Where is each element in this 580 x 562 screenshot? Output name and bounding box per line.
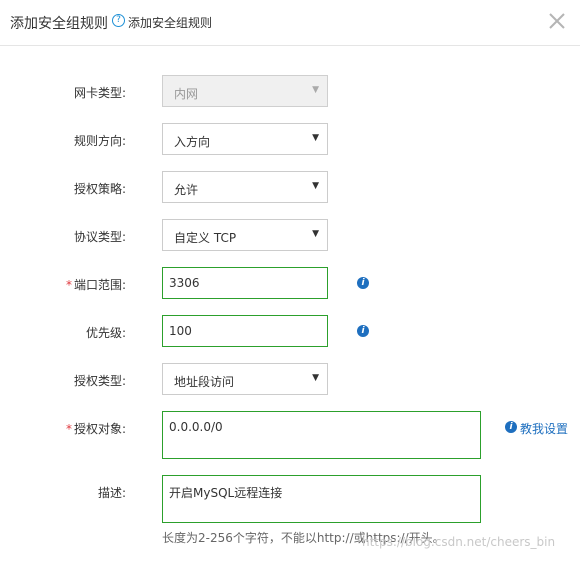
protocol-label: 协议类型: [73,230,126,244]
priority-label: 优先级: [85,326,126,340]
auth-type-label: 授权类型: [73,374,126,388]
dialog-header: 添加安全组规则 ? 添加安全组规则 [0,0,580,46]
chevron-down-icon: ▼ [312,85,319,95]
auth-type-value: 地址段访问 [174,375,235,389]
auth-object-label-text: 授权对象: [73,422,126,436]
policy-label: 授权策略: [73,182,126,196]
info-icon[interactable]: i [357,325,369,337]
port-range-input[interactable] [162,267,328,299]
auth-object-label: * 授权对象: [66,420,126,437]
question-circle-icon[interactable]: ? [112,14,125,27]
nic-type-select: 内网 ▼ [162,75,328,107]
required-mark: * [65,278,72,292]
required-mark: * [65,422,72,436]
dialog-title: 添加安全组规则 [10,16,108,32]
protocol-select[interactable]: 自定义 TCP ▼ [162,219,328,251]
policy-value: 允许 [174,183,199,197]
auth-object-textarea[interactable]: 0.0.0.0/0 [162,411,481,459]
close-icon[interactable] [547,11,567,31]
description-label: 描述: [97,486,126,500]
protocol-value: 自定义 TCP [174,231,237,245]
direction-value: 入方向 [174,135,211,149]
nic-type-value: 内网 [174,87,199,101]
teach-me-link[interactable]: 教我设置 [520,420,568,437]
info-icon: i [505,421,517,433]
port-range-label-text: 端口范围: [73,278,126,292]
info-icon[interactable]: i [357,277,369,289]
direction-select[interactable]: 入方向 ▼ [162,123,328,155]
chevron-down-icon: ▼ [312,181,319,191]
port-range-label: * 端口范围: [66,276,126,293]
watermark: https://blog.csdn.net/cheers_bin [362,535,556,549]
help-link[interactable]: 添加安全组规则 [128,14,212,31]
nic-type-label: 网卡类型: [73,86,126,100]
direction-label: 规则方向: [73,134,126,148]
auth-type-select[interactable]: 地址段访问 ▼ [162,363,328,395]
policy-select[interactable]: 允许 ▼ [162,171,328,203]
chevron-down-icon: ▼ [312,229,319,239]
chevron-down-icon: ▼ [312,133,319,143]
priority-input[interactable] [162,315,328,347]
description-textarea[interactable]: 开启MySQL远程连接 [162,475,481,523]
chevron-down-icon: ▼ [312,373,319,383]
